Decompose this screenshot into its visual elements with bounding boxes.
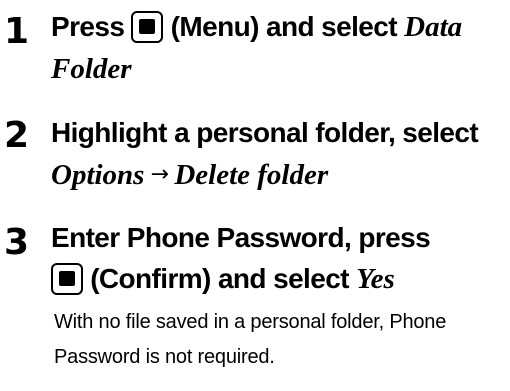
confirm-key-icon xyxy=(51,262,83,295)
step-2-line-2: Options → Delete folder xyxy=(51,156,328,197)
step-text: (Confirm) and select xyxy=(90,263,349,294)
step-1-line-2: Folder xyxy=(51,50,132,88)
step-text: (Menu) and select xyxy=(170,11,398,42)
step-option-text: Data xyxy=(404,11,463,43)
step-text: Press xyxy=(51,11,125,42)
step-option-text: Yes xyxy=(356,263,395,295)
step-option-text: Folder xyxy=(51,53,132,85)
menu-key-icon xyxy=(131,10,164,43)
step-2-line-1: Highlight a personal folder, select xyxy=(51,114,479,152)
arrow-right-icon: → xyxy=(150,162,169,187)
step-3-line-1: Enter Phone Password, press xyxy=(51,219,431,257)
step-text: Enter Phone Password, press xyxy=(51,222,431,253)
step-note: With no file saved in a personal folder,… xyxy=(54,311,447,368)
step-number: 1 xyxy=(4,11,29,52)
step-number: 3 xyxy=(4,222,29,263)
step-1-line-1: Press (Menu) and select Data xyxy=(51,8,462,46)
step-option-text: Delete folder xyxy=(174,159,329,191)
step-text: Highlight a personal folder, select xyxy=(51,117,479,148)
step-option-text: Options xyxy=(51,159,145,191)
step-number: 2 xyxy=(4,115,29,156)
step-3-line-2: (Confirm) and select Yes xyxy=(51,260,395,298)
